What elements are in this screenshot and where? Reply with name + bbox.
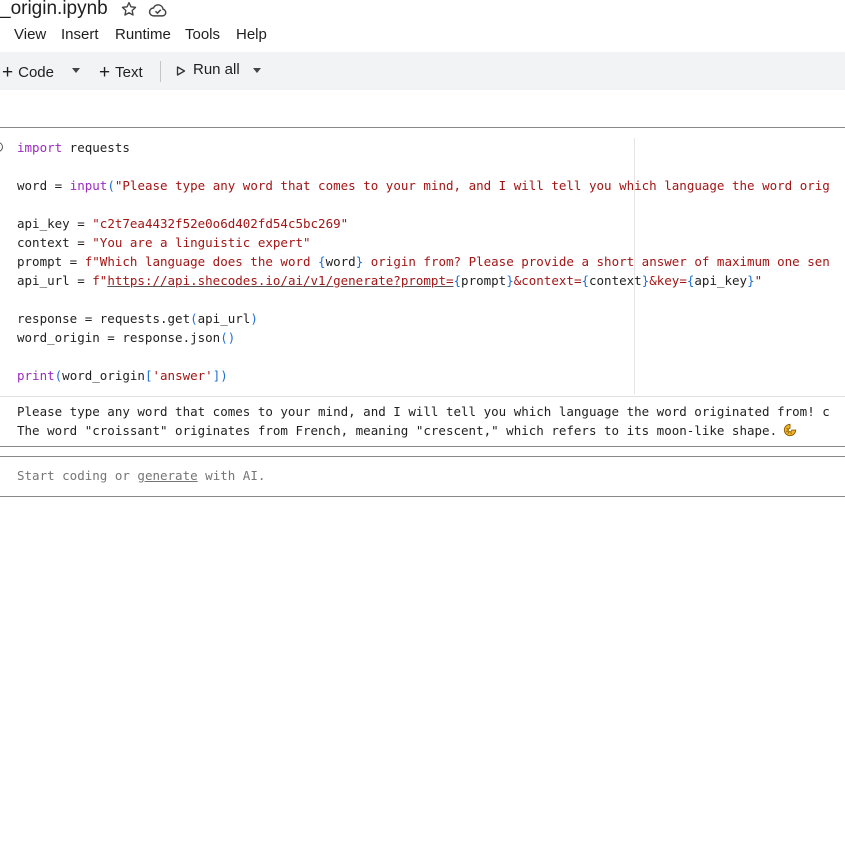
play-icon xyxy=(176,66,186,76)
cloud-icon[interactable] xyxy=(148,1,168,19)
add-text-button[interactable]: + Text xyxy=(99,61,143,83)
chevron-down-icon[interactable] xyxy=(253,68,261,73)
output-line: The word "croissant" originates from Fre… xyxy=(17,423,778,438)
code-line: context = "You are a linguistic expert" xyxy=(17,235,311,250)
title-bar: _origin.ipynb xyxy=(0,0,845,22)
menu-bar: View Insert Runtime Tools Help xyxy=(0,26,845,48)
menu-runtime[interactable]: Runtime xyxy=(115,26,171,43)
placeholder-text: Start coding or xyxy=(17,468,138,483)
toolbar: + Code + Text Run all xyxy=(0,52,845,90)
code-line: prompt = f"Which language does the word … xyxy=(17,254,830,269)
add-text-label: Text xyxy=(115,64,143,81)
code-line: api_url = f"https://api.shecodes.io/ai/v… xyxy=(17,273,763,288)
star-icon[interactable] xyxy=(120,0,138,18)
add-code-label: Code xyxy=(18,64,54,81)
generate-link[interactable]: generate xyxy=(137,468,197,483)
code-line: response = requests.get(api_url) xyxy=(17,311,258,326)
output-line: Please type any word that comes to your … xyxy=(17,404,830,419)
code-line: word_origin = response.json() xyxy=(17,330,236,345)
menu-view[interactable]: View xyxy=(14,26,46,43)
code-line: api_key = "c2t7ea4432f52e0o6d402fd54c5bc… xyxy=(17,216,349,231)
plus-icon: + xyxy=(2,62,14,83)
code-line: import requests xyxy=(17,140,130,155)
empty-cell-placeholder[interactable]: Start coding or generate with AI. xyxy=(17,468,265,483)
placeholder-text: with AI. xyxy=(197,468,266,483)
output-divider xyxy=(0,396,845,397)
code-line: word = input("Please type any word that … xyxy=(17,178,830,193)
toolbar-divider xyxy=(160,61,161,82)
code-editor[interactable]: import requests word = input("Please typ… xyxy=(17,138,830,385)
notebook-title[interactable]: _origin.ipynb xyxy=(0,0,108,20)
code-line: print(word_origin['answer']) xyxy=(17,368,228,383)
menu-help[interactable]: Help xyxy=(236,26,267,43)
cell-output: Please type any word that comes to your … xyxy=(17,402,830,440)
croissant-emoji-icon xyxy=(784,423,797,437)
chevron-down-icon[interactable] xyxy=(72,68,80,73)
plus-icon: + xyxy=(99,62,111,83)
run-all-button[interactable]: Run all xyxy=(193,61,240,78)
menu-insert[interactable]: Insert xyxy=(61,26,99,43)
add-code-button[interactable]: + Code xyxy=(2,61,54,83)
menu-tools[interactable]: Tools xyxy=(185,26,220,43)
